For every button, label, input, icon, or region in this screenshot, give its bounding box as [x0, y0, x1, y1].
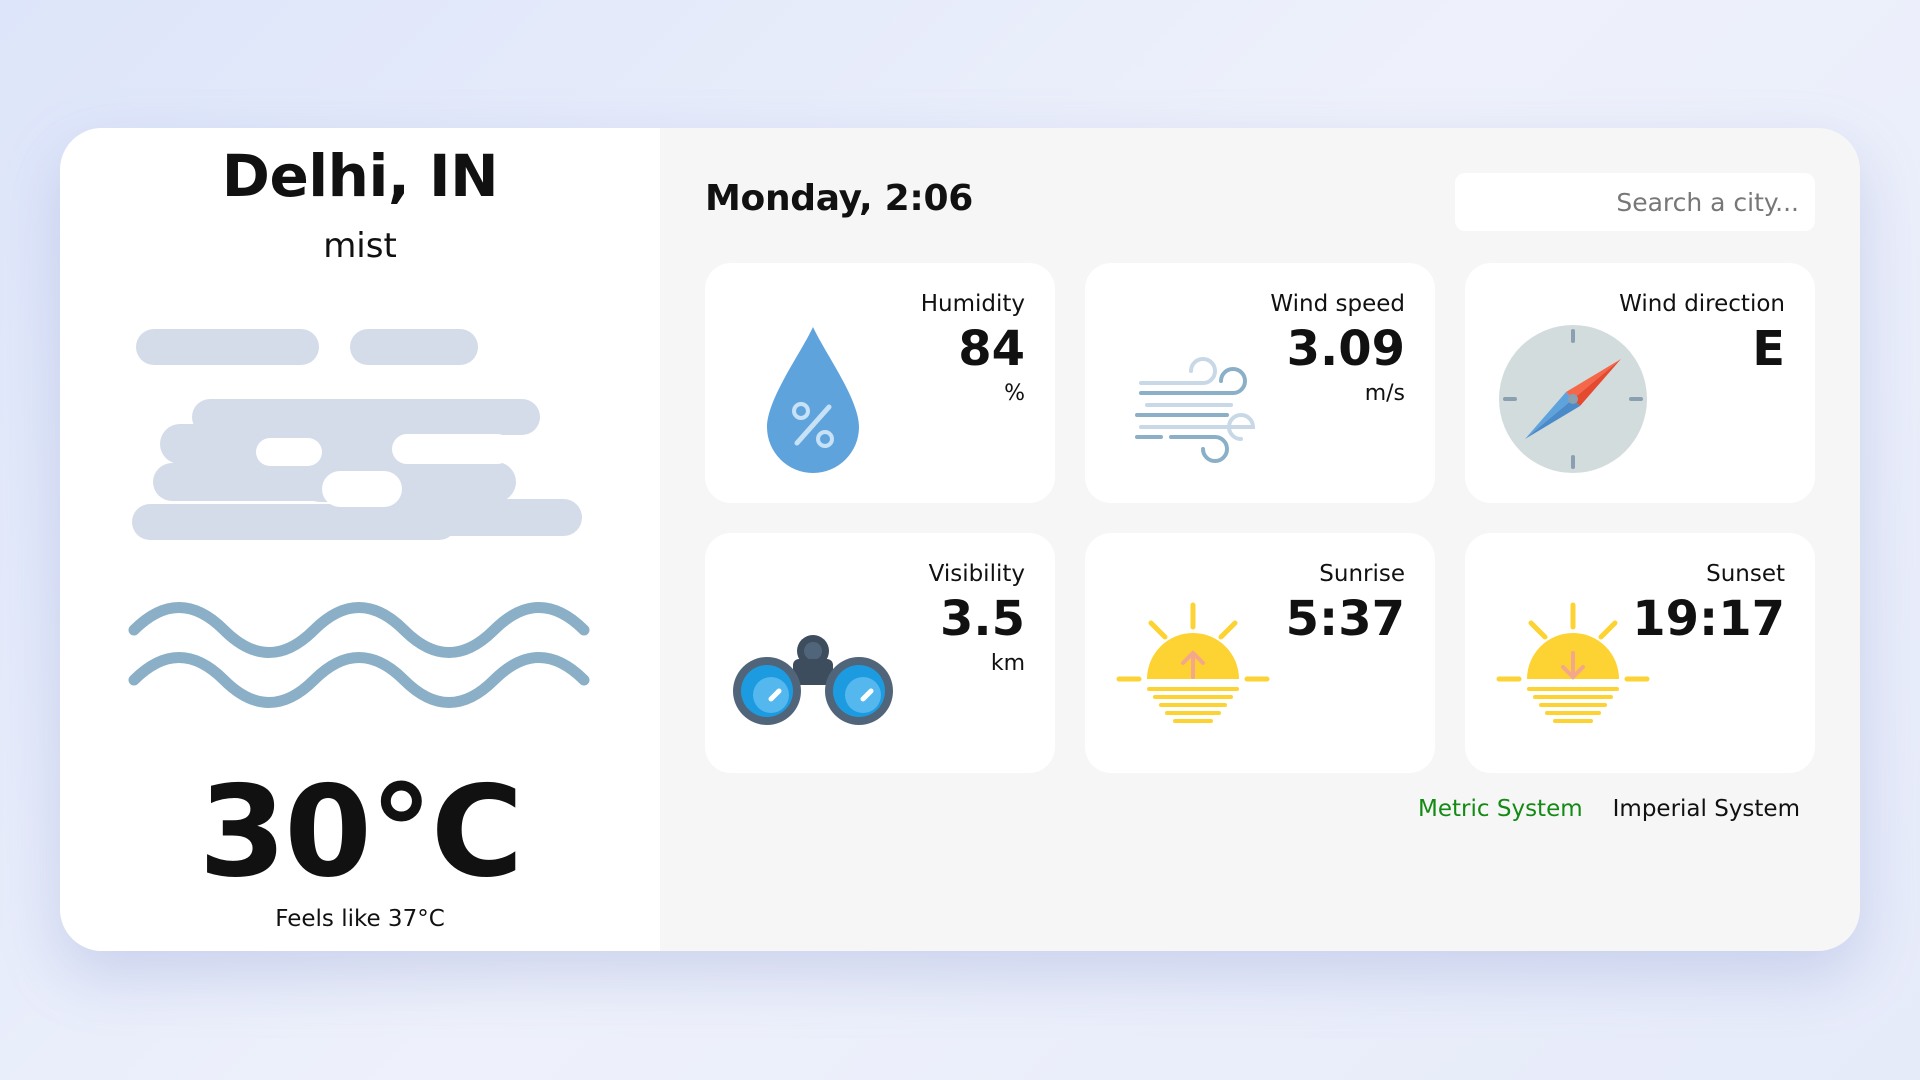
card-value: 5:37 — [1285, 591, 1405, 647]
weather-app: Delhi, IN mist 30°C Feels like 37°C Mond… — [60, 128, 1860, 951]
sunset-icon — [1496, 602, 1650, 723]
humidity-card: Humidity 84 % — [705, 263, 1055, 503]
sunrise-card: Sunrise 5:37 — [1085, 533, 1435, 773]
feels-like: Feels like 37°C — [275, 906, 445, 932]
mist-icon — [128, 329, 590, 708]
binoculars-icon — [733, 635, 893, 725]
visibility-card: Visibility 3.5 km — [705, 533, 1055, 773]
card-unit: % — [1004, 381, 1025, 406]
temperature: 30°C — [198, 758, 524, 905]
card-title: Humidity — [920, 291, 1025, 317]
card-title: Visibility — [928, 561, 1025, 587]
card-value: 84 — [958, 321, 1025, 377]
card-title: Wind direction — [1619, 291, 1785, 317]
card-value: 3.5 — [939, 591, 1025, 647]
sunset-card: Sunset 19:17 — [1465, 533, 1815, 773]
card-title: Sunrise — [1319, 561, 1405, 587]
wind-icon — [1135, 357, 1256, 463]
humidity-drop-icon — [767, 327, 859, 473]
current-weather-panel: Delhi, IN mist 30°C Feels like 37°C — [60, 128, 660, 951]
wind-direction-card: Wind direction E — [1465, 263, 1815, 503]
imperial-system-link[interactable]: Imperial System — [1613, 796, 1800, 822]
weather-description: mist — [323, 226, 397, 266]
city-name: Delhi, IN — [221, 142, 499, 210]
card-unit: km — [990, 651, 1025, 676]
metric-system-link[interactable]: Metric System — [1418, 796, 1583, 822]
date-time: Monday, 2:06 — [705, 178, 973, 219]
details-panel: Monday, 2:06 Humidity 84 % — [660, 128, 1860, 951]
card-title: Sunset — [1706, 561, 1785, 587]
compass-icon — [1499, 325, 1647, 473]
card-value: 19:17 — [1632, 591, 1785, 647]
wind-speed-card: Wind speed 3.09 m/s — [1085, 263, 1435, 503]
search-input[interactable] — [1455, 173, 1815, 231]
weather-cards: Humidity 84 % Wind speed 3.09 m/s Wind d… — [705, 263, 1815, 773]
unit-switcher: Metric System Imperial System — [1418, 796, 1800, 822]
card-value: E — [1752, 321, 1785, 377]
card-unit: m/s — [1364, 381, 1405, 406]
card-value: 3.09 — [1286, 321, 1405, 377]
card-title: Wind speed — [1270, 291, 1405, 317]
sunrise-icon — [1116, 602, 1270, 723]
